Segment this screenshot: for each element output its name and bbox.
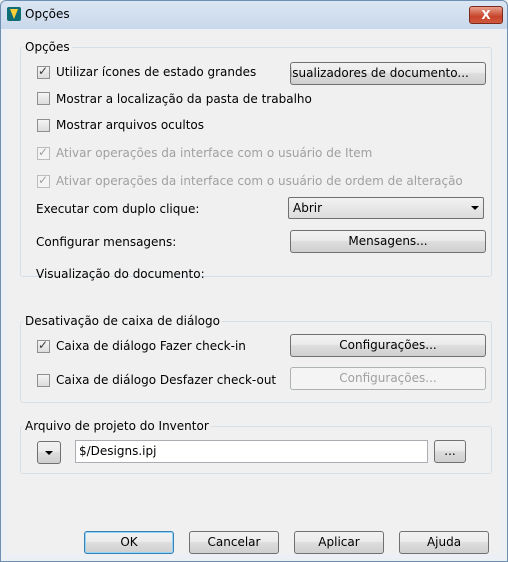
undo-checkout-dialog-checkbox[interactable] (37, 374, 50, 387)
show-hidden-files-label: Mostrar arquivos ocultos (56, 118, 205, 132)
messages-button[interactable]: Mensagens... (290, 230, 486, 253)
project-path-value: $/Designs.ipj (79, 444, 157, 458)
double-click-select[interactable]: Abrir (288, 197, 484, 219)
show-hidden-files-checkbox[interactable] (37, 119, 50, 132)
dropdown-arrow-icon (471, 206, 479, 210)
document-viewers-button-label: Visualizadores de documento... (290, 66, 469, 80)
checkin-dialog-label: Caixa de diálogo Fazer check-in (56, 339, 246, 353)
close-button[interactable]: X (469, 6, 503, 24)
show-workspace-folder-checkbox[interactable] (37, 92, 50, 105)
enable-item-ui-label: Ativar operações da interface com o usuá… (56, 146, 373, 160)
enable-change-order-ui-label: Ativar operações da interface com o usuá… (56, 174, 463, 188)
dialog-body: Opções Utilizar ícones de estado grandes… (7, 30, 501, 554)
project-path-field[interactable]: $/Designs.ipj (75, 440, 428, 463)
browse-project-button[interactable]: ... (434, 440, 466, 463)
undo-checkout-settings-button[interactable]: Configurações... (290, 367, 486, 390)
apply-button[interactable]: Aplicar (294, 531, 384, 554)
show-workspace-folder-label: Mostrar a localização da pasta de trabal… (56, 92, 312, 106)
title-bar: Opções X (1, 1, 507, 29)
project-dropdown-button[interactable] (37, 441, 61, 464)
enable-change-order-ui-checkbox[interactable] (37, 173, 50, 188)
cancel-button[interactable]: Cancelar (189, 531, 279, 554)
chevron-down-icon (45, 451, 53, 455)
document-viewers-button[interactable]: Visualizadores de documento... (290, 62, 486, 85)
window-title: Opções (25, 7, 70, 21)
large-icons-checkbox[interactable] (37, 64, 50, 79)
options-group-title: Opções (23, 40, 72, 54)
app-logo-icon (7, 7, 21, 21)
checkin-settings-button[interactable]: Configurações... (290, 334, 486, 357)
checkin-dialog-checkbox[interactable] (37, 338, 50, 353)
configure-messages-label: Configurar mensagens: (36, 235, 177, 249)
document-view-label: Visualização do documento: (36, 267, 205, 281)
enable-item-ui-checkbox[interactable] (37, 145, 50, 160)
double-click-value: Abrir (293, 201, 323, 215)
dialog-disable-group-title: Desativação de caixa de diálogo (23, 314, 222, 328)
large-icons-label: Utilizar ícones de estado grandes (56, 65, 257, 79)
ok-button[interactable]: OK (84, 531, 174, 554)
undo-checkout-dialog-label: Caixa de diálogo Desfazer check-out (56, 373, 277, 387)
help-button[interactable]: Ajuda (399, 531, 489, 554)
double-click-label: Executar com duplo clique: (36, 202, 200, 216)
project-file-group-title: Arquivo de projeto do Inventor (23, 419, 211, 433)
options-dialog: Opções X Opções Utilizar ícones de estad… (0, 0, 508, 562)
